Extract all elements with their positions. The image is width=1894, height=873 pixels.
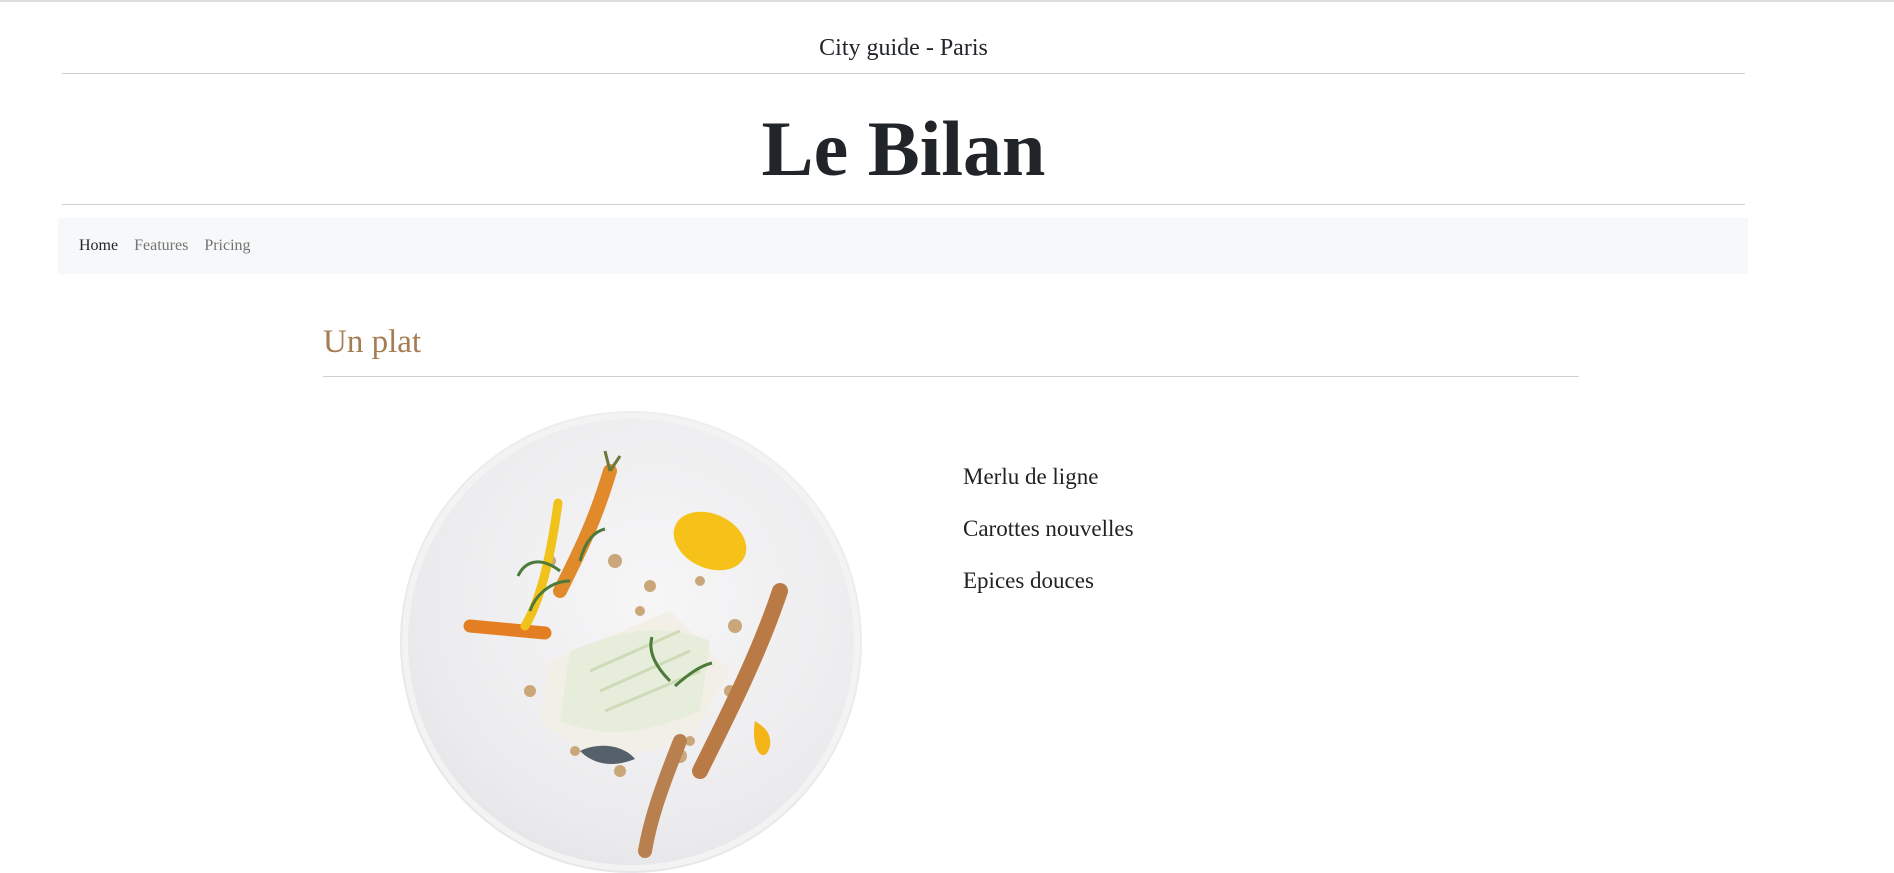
- ingredient-item: Epices douces: [963, 568, 1094, 593]
- site-header: City guide - Paris Le Bilan: [62, 2, 1745, 205]
- dish-section: Un plat: [323, 314, 1579, 377]
- section-heading: Un plat: [323, 314, 1579, 377]
- ingredient-list: Merlu de ligne Carottes nouvelles Epices…: [963, 458, 1134, 614]
- site-title: Le Bilan: [62, 74, 1745, 205]
- site-subtitle: City guide - Paris: [62, 2, 1745, 74]
- ingredient-item: Merlu de ligne: [963, 464, 1099, 489]
- nav-link-home[interactable]: Home: [79, 237, 118, 255]
- ingredient-item: Carottes nouvelles: [963, 516, 1134, 541]
- main-navbar: Home Features Pricing: [58, 218, 1748, 274]
- nav-link-pricing[interactable]: Pricing: [204, 237, 250, 255]
- dish-photo: [400, 411, 862, 873]
- nav-link-features[interactable]: Features: [134, 237, 188, 255]
